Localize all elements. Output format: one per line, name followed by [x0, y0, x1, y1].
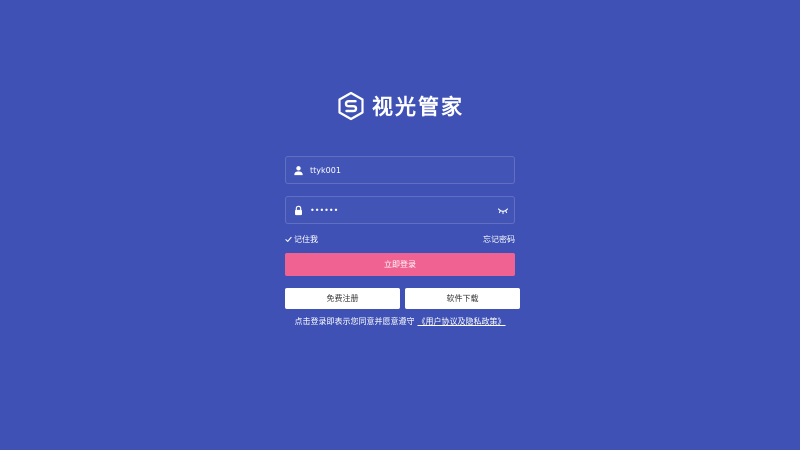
brand-name: 视光管家: [372, 95, 464, 119]
remember-me-checkbox[interactable]: 记住我: [285, 234, 318, 245]
password-field[interactable]: [285, 196, 515, 224]
remember-me-label: 记住我: [294, 234, 318, 244]
password-input[interactable]: [310, 197, 497, 223]
eye-closed-icon[interactable]: [497, 205, 509, 215]
forgot-password-link[interactable]: 忘记密码: [483, 234, 515, 245]
agreement-link[interactable]: 《用户协议及隐私政策》: [418, 317, 506, 326]
download-button[interactable]: 软件下载: [405, 288, 520, 309]
register-button[interactable]: 免费注册: [285, 288, 400, 309]
hexagon-s-logo-icon: [338, 91, 364, 121]
lock-icon: [295, 205, 302, 215]
username-input[interactable]: [310, 157, 514, 183]
user-icon: [294, 165, 303, 175]
agreement-notice: 点击登录即表示您同意并愿意遵守 《用户协议及隐私政策》: [0, 316, 800, 327]
login-options-row: 记住我 忘记密码: [285, 233, 515, 245]
brand-header: 视光管家: [0, 91, 800, 121]
check-icon: [285, 236, 292, 242]
agreement-text: 点击登录即表示您同意并愿意遵守: [294, 317, 415, 326]
username-field[interactable]: [285, 156, 515, 184]
login-page: 视光管家 记住我 忘记密码 立即登录 免费注册 软件下载: [0, 0, 800, 450]
login-button[interactable]: 立即登录: [285, 253, 515, 276]
